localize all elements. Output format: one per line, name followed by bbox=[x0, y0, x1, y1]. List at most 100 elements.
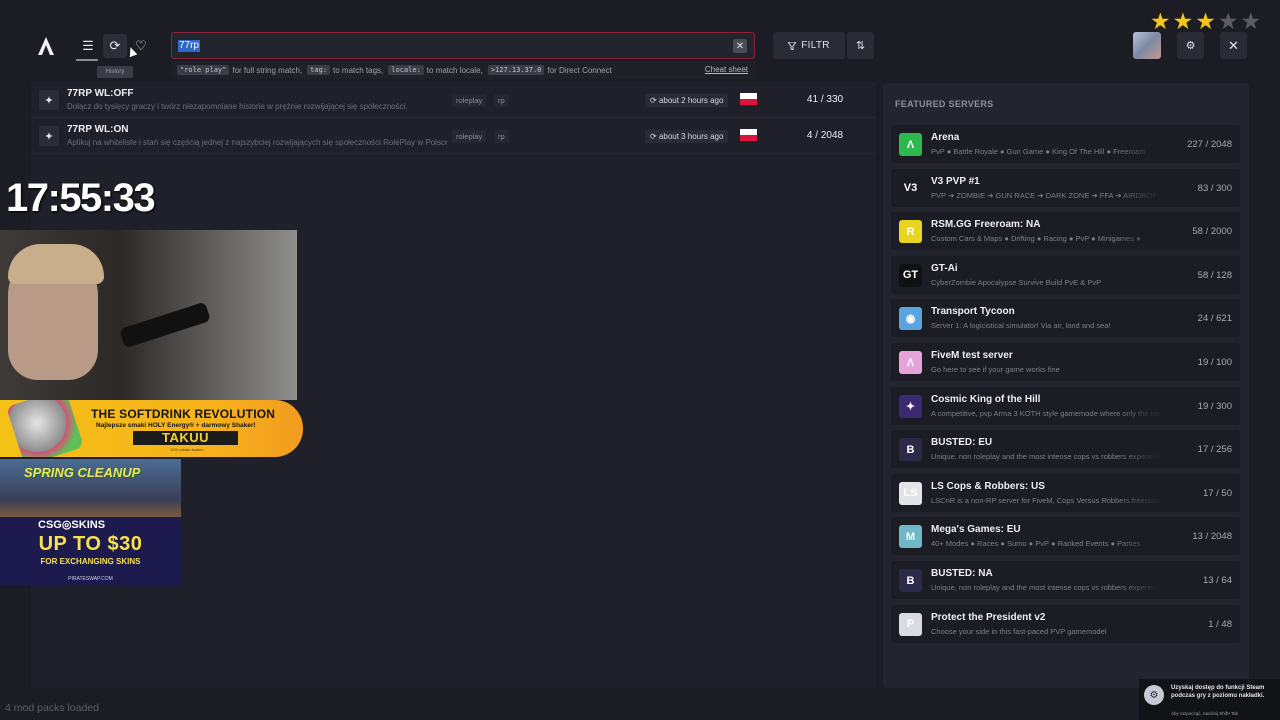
filter-label: FILTR bbox=[801, 40, 830, 51]
server-tag[interactable]: roleplay bbox=[452, 130, 487, 143]
featured-server-description: Custom Cars & Maps ● Drifting ● Racing ●… bbox=[931, 234, 1141, 244]
featured-server-description: CyberZombie Apocalypse Survive Build PvE… bbox=[931, 277, 1102, 287]
close-button[interactable]: ✕ bbox=[1220, 32, 1247, 59]
server-logo-icon: ✦ bbox=[899, 394, 922, 418]
last-updated: ⟳ about 3 hours ago bbox=[645, 130, 729, 143]
menu-button[interactable]: ☰ bbox=[76, 34, 100, 58]
locale-flag-pl bbox=[740, 93, 757, 105]
stream-clock: 17:55:33 bbox=[6, 176, 156, 220]
featured-server-name: BUSTED: NA bbox=[931, 568, 993, 579]
featured-server-name: Arena bbox=[931, 132, 960, 143]
featured-server-card[interactable]: B BUSTED: EU Unique, non roleplay and the … bbox=[891, 430, 1240, 469]
featured-server-card[interactable]: V3 V3 PVP #1 PVP ➔ ZOMBIE ➔ GUN RACE ➔ DAR… bbox=[891, 168, 1240, 207]
star-icon: ★ bbox=[1195, 8, 1216, 34]
featured-server-name: Transport Tycoon bbox=[931, 306, 1015, 318]
avatar[interactable] bbox=[1133, 32, 1161, 59]
featured-server-name: Protect the President v2 bbox=[931, 611, 1046, 623]
drink-ad-banner: THE SOFTDRINK REVOLUTION Najlepsze smaki… bbox=[0, 400, 303, 457]
featured-player-count: 58 / 128 bbox=[1197, 269, 1232, 281]
server-row[interactable]: ✦ 77RP WL:OFF Dołącz do tysięcy graczy i… bbox=[31, 82, 876, 118]
server-tag[interactable]: roleplay bbox=[452, 94, 487, 107]
close-icon: ✕ bbox=[735, 40, 745, 52]
ad-offer: UP TO $30 bbox=[38, 533, 143, 555]
featured-server-card[interactable]: GT GT-Ai CyberZombie Apocalypse Survive Bu… bbox=[891, 255, 1240, 294]
featured-server-card[interactable]: Λ Arena PvP ● Battle Royale ● Gun Game ● K… bbox=[891, 125, 1240, 163]
cheat-sheet-link[interactable]: Cheat sheet bbox=[705, 65, 748, 74]
featured-server-description: A competitive, pvp Arma 3 KOTH style gam… bbox=[931, 408, 1163, 418]
steam-hint: Aby rozpocząć, naciśnij Shift+Tab bbox=[1171, 711, 1239, 716]
featured-server-description: Go here to see if your game works fine bbox=[931, 365, 1060, 374]
featured-server-card[interactable]: LS LS Cops & Robbers: US LSCnR is a non-RP… bbox=[891, 473, 1240, 512]
drink-can-image bbox=[5, 400, 85, 457]
featured-player-count: 19 / 100 bbox=[1197, 357, 1232, 368]
clear-search-button[interactable]: ✕ bbox=[733, 39, 747, 53]
ad-brand: TAKUU bbox=[133, 431, 238, 445]
server-logo-icon: P bbox=[899, 612, 922, 636]
featured-player-count: 19 / 300 bbox=[1197, 400, 1232, 412]
ad-title: THE SOFTDRINK REVOLUTION bbox=[91, 407, 276, 421]
server-logo-icon: ✦ bbox=[39, 126, 59, 146]
featured-server-description: Unique, non roleplay and the most intens… bbox=[931, 583, 1163, 592]
featured-player-count: 227 / 2048 bbox=[1187, 139, 1232, 150]
server-tag[interactable]: rp bbox=[494, 94, 509, 107]
featured-server-card[interactable]: R RSM.GG Freeroam: NA Custom Cars & Maps ●… bbox=[891, 212, 1240, 251]
featured-server-card[interactable]: P Protect the President v2 Choose your sid… bbox=[891, 604, 1240, 643]
search-value[interactable]: 77rp bbox=[178, 40, 201, 52]
featured-server-name: GT-Ai bbox=[931, 262, 958, 274]
server-logo-icon: B bbox=[899, 438, 922, 462]
steam-overlay-toast: ⚙ Uzyskaj dostęp do funkcji Steam podcza… bbox=[1139, 679, 1280, 720]
steam-icon: ⚙ bbox=[1144, 685, 1164, 705]
steam-message: Uzyskaj dostęp do funkcji Steam podczas … bbox=[1171, 685, 1265, 699]
featured-player-count: 24 / 621 bbox=[1197, 313, 1232, 325]
webcam-feed bbox=[0, 230, 297, 400]
featured-server-description: 40+ Modes ● Races ● Sumo ● PvP ● Ranked … bbox=[931, 539, 1141, 549]
featured-player-count: 13 / 64 bbox=[1202, 575, 1232, 586]
history-button[interactable]: ⟳ bbox=[103, 34, 127, 58]
featured-server-description: LSCnR is a non-RP server for FiveM, Cops… bbox=[931, 495, 1162, 505]
featured-server-card[interactable]: B BUSTED: NA Unique, non roleplay and the … bbox=[891, 561, 1240, 599]
hint-code: "role play" bbox=[177, 65, 230, 75]
sort-button[interactable]: ⇅ bbox=[847, 32, 874, 59]
player-count: 41 / 330 bbox=[806, 94, 844, 105]
featured-server-card[interactable]: M Mega's Games: EU 40+ Modes ● Races ● Sum… bbox=[891, 517, 1240, 556]
server-logo-icon: ✦ bbox=[39, 90, 59, 110]
altv-logo-icon[interactable] bbox=[37, 36, 55, 56]
rating-stars: ★ ★ ★ ★ ★ bbox=[1150, 8, 1261, 34]
featured-player-count: 83 / 300 bbox=[1197, 182, 1232, 194]
featured-server-description: PvP ● Battle Royale ● Gun Game ● King Of… bbox=[931, 147, 1146, 156]
featured-server-card[interactable]: ✦ Cosmic King of the Hill A competitive, p… bbox=[891, 386, 1240, 425]
close-icon: ✕ bbox=[1228, 37, 1239, 53]
filter-button[interactable]: FILTR bbox=[773, 32, 845, 59]
settings-button[interactable]: ⚙ bbox=[1177, 32, 1204, 59]
server-tag[interactable]: rp bbox=[494, 130, 509, 143]
server-name: 77RP WL:OFF bbox=[67, 88, 134, 99]
history-tooltip: History bbox=[97, 66, 133, 78]
star-icon: ★ bbox=[1217, 8, 1239, 34]
server-logo-icon: ◉ bbox=[899, 307, 922, 331]
featured-title: FEATURED SERVERS bbox=[895, 99, 994, 109]
featured-server-card[interactable]: Λ FiveM test server Go here to see if your… bbox=[891, 343, 1240, 381]
star-icon: ★ bbox=[1172, 8, 1194, 34]
featured-servers-panel: FEATURED SERVERS Λ Arena PvP ● Battle Roya… bbox=[883, 83, 1249, 688]
gear-icon: ⚙ bbox=[1185, 40, 1196, 52]
featured-server-name: FiveM test server bbox=[931, 350, 1013, 361]
featured-server-name: Mega's Games: EU bbox=[931, 524, 1021, 536]
ad-subtitle: Najlepsze smaki HOLY Energy® + darmowy S… bbox=[96, 422, 256, 429]
featured-player-count: 1 / 48 bbox=[1208, 618, 1232, 630]
server-logo-icon: GT bbox=[899, 263, 922, 287]
featured-server-card[interactable]: ◉ Transport Tycoon Server 1: A logicistica… bbox=[891, 299, 1240, 338]
server-description: Dołącz do tysięcy graczy i twórz niezapo… bbox=[67, 102, 408, 111]
featured-server-description: Choose your side in this fast-paced PVP … bbox=[931, 626, 1107, 636]
filter-icon bbox=[788, 41, 797, 50]
featured-player-count: 58 / 2000 bbox=[1192, 226, 1232, 238]
server-logo-icon: Λ bbox=[899, 351, 922, 374]
server-row[interactable]: ✦ 77RP WL:ON Aplikuj na whiteliste i sta… bbox=[31, 118, 876, 154]
search-input[interactable]: 77rp ✕ bbox=[171, 32, 755, 59]
server-description: Aplikuj na whiteliste i stań się częścią… bbox=[67, 138, 447, 147]
server-logo-icon: R bbox=[899, 220, 922, 244]
sort-icon: ⇅ bbox=[855, 40, 866, 52]
featured-player-count: 13 / 2048 bbox=[1192, 531, 1232, 543]
locale-flag-pl bbox=[740, 129, 757, 141]
hint-code: locale: bbox=[388, 65, 424, 75]
featured-server-name: BUSTED: EU bbox=[931, 437, 993, 449]
